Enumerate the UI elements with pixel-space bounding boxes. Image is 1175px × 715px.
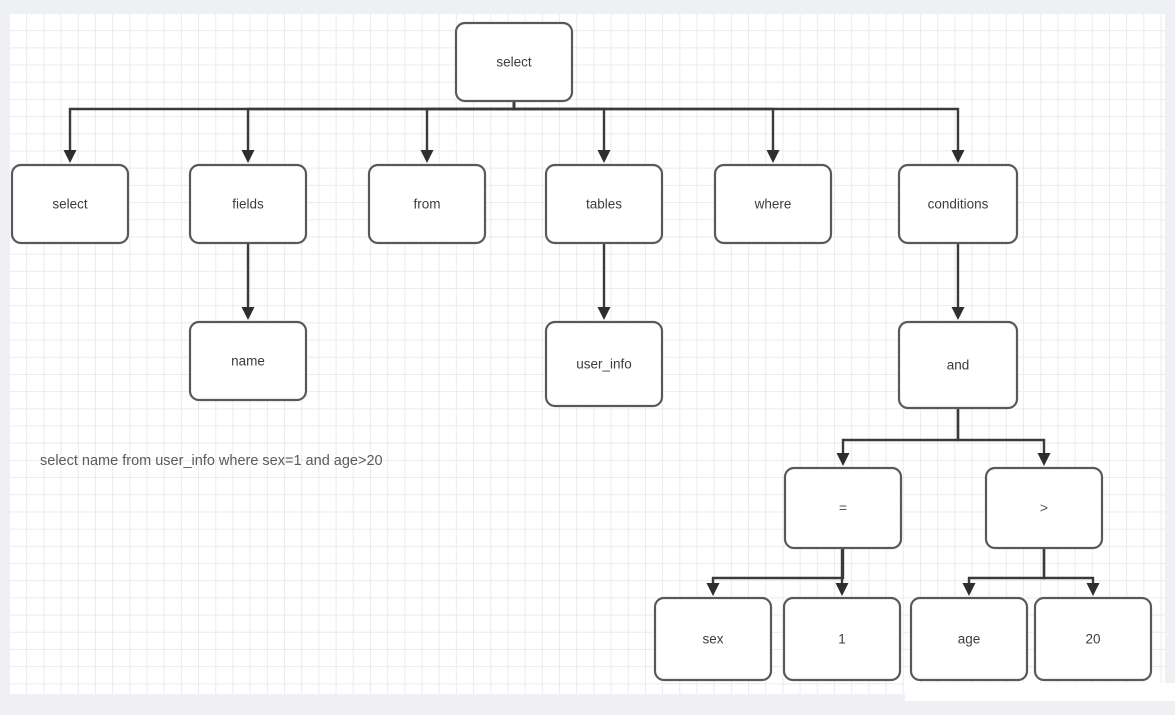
nodes-layer: select select fields from tables where conditi… [10, 21, 1153, 682]
node-name[interactable]: name [188, 320, 308, 402]
node-label-fields: fields [232, 197, 264, 212]
node-label-and: and [947, 358, 970, 373]
node-where[interactable]: where [713, 163, 833, 245]
edge-tables-to-user_info [597, 243, 611, 320]
sql-query-caption: select name from user_info where sex=1 a… [40, 453, 383, 469]
node-from[interactable]: from [367, 163, 487, 245]
edge-root-to-from [420, 101, 516, 163]
edge-root-to-tables [512, 101, 611, 163]
edge-fields-to-name [241, 243, 255, 320]
edge-gt-to-twenty [1042, 548, 1100, 596]
node-conditions[interactable]: conditions [897, 163, 1019, 245]
node-age[interactable]: age [909, 596, 1029, 682]
node-select[interactable]: select [10, 163, 130, 245]
edge-root-to-fields [241, 101, 516, 163]
node-label-user_info: user_info [576, 357, 632, 372]
node-gt[interactable]: > [984, 466, 1104, 550]
node-one[interactable]: 1 [782, 596, 902, 682]
node-sex[interactable]: sex [653, 596, 773, 682]
parse-tree-diagram: select select fields from tables where conditi… [10, 21, 1153, 682]
node-label-gt: > [1040, 500, 1048, 516]
node-label-eq: = [839, 500, 847, 516]
node-user_info[interactable]: user_info [544, 320, 664, 408]
edge-eq-to-one [835, 548, 849, 596]
edge-root-to-where [512, 101, 780, 163]
node-label-where: where [754, 197, 792, 212]
node-tables[interactable]: tables [544, 163, 664, 245]
diagram-app: select select fields from tables where conditi… [0, 0, 1175, 715]
node-label-from: from [414, 197, 441, 212]
node-label-name: name [231, 354, 265, 369]
edge-and-to-eq [836, 408, 960, 466]
edge-and-to-gt [956, 408, 1051, 466]
node-label-root: select [496, 55, 532, 70]
node-twenty[interactable]: 20 [1033, 596, 1153, 682]
edge-gt-to-age [962, 548, 1046, 596]
edge-conditions-to-and [951, 243, 965, 320]
node-fields[interactable]: fields [188, 163, 308, 245]
node-label-select: select [52, 197, 88, 212]
caption-layer: select name from user_info where sex=1 a… [40, 453, 383, 469]
node-label-age: age [958, 632, 981, 647]
node-and[interactable]: and [897, 320, 1019, 410]
node-label-twenty: 20 [1085, 632, 1100, 647]
node-label-sex: sex [702, 632, 723, 647]
node-eq[interactable]: = [783, 466, 903, 550]
edge-eq-to-sex [706, 548, 845, 596]
edge-root-to-conditions [512, 101, 965, 163]
node-label-one: 1 [838, 632, 846, 647]
edge-root-to-select [63, 101, 516, 163]
node-label-conditions: conditions [928, 197, 989, 212]
node-label-tables: tables [586, 197, 622, 212]
node-root[interactable]: select [454, 21, 574, 103]
